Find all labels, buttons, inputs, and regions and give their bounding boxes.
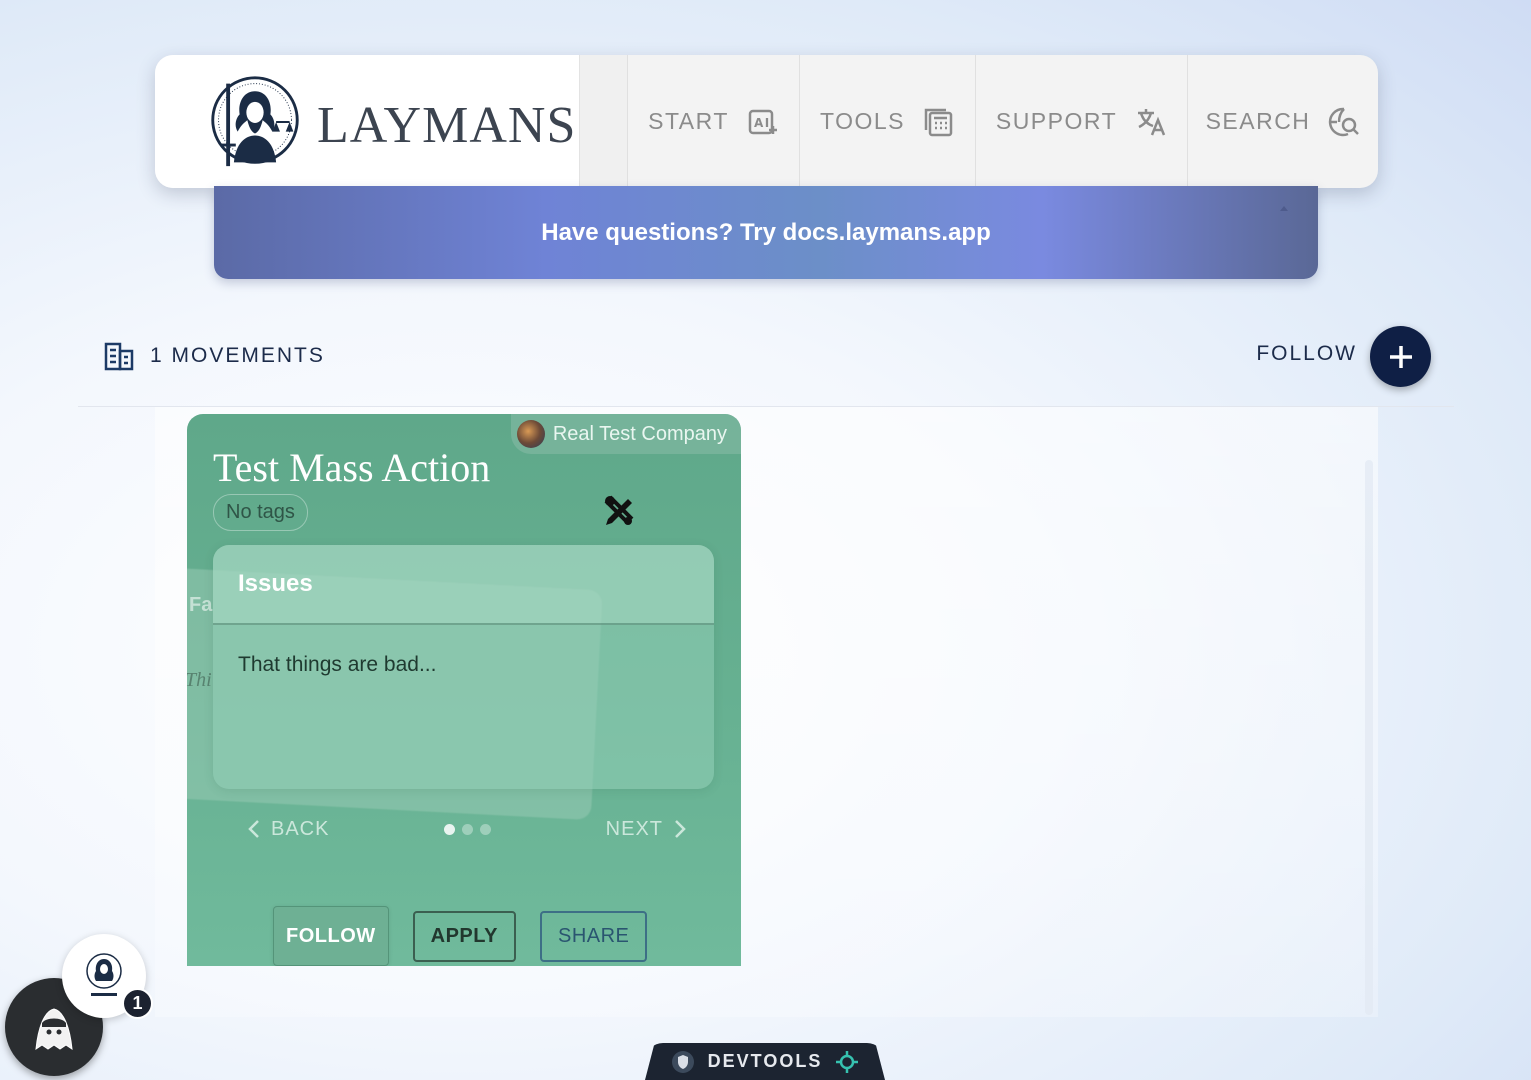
devtools-tab[interactable]: DEVTOOLS: [645, 1043, 885, 1080]
plus-icon: [1389, 345, 1412, 368]
company-name: Real Test Company: [552, 422, 727, 445]
issues-text: That things are bad...: [238, 653, 437, 676]
devtools-label: DEVTOOLS: [707, 1051, 823, 1071]
justice-logo-icon: [211, 75, 299, 166]
translate-icon: [1138, 108, 1166, 135]
card-title: Test Mass Action: [213, 445, 491, 490]
follow-label[interactable]: FOLLOW: [1256, 342, 1357, 366]
nav-tools-label: TOOLS: [819, 108, 906, 134]
next-button[interactable]: NEXT: [606, 818, 687, 841]
movements-header: 1 MOVEMENTS FOLLOW: [78, 320, 1454, 407]
justice-logo-icon: [86, 953, 122, 996]
movement-card[interactable]: Real Test Company Test Mass Action No ta…: [187, 414, 741, 966]
nav-support-label: SUPPORT: [995, 108, 1118, 134]
top-navbar: LAYMANS START AI TOOLS SUPPORT SEARCH: [155, 55, 1378, 188]
share-button[interactable]: SHARE: [539, 911, 648, 962]
company-avatar: [516, 420, 545, 448]
issues-panel: Issues That things are bad...: [213, 545, 714, 789]
issues-heading: Issues: [213, 545, 714, 625]
company-chip[interactable]: Real Test Company: [510, 414, 741, 454]
apply-button[interactable]: APPLY: [412, 911, 516, 962]
follow-plus-button[interactable]: [1370, 326, 1431, 387]
card-actions: FOLLOW APPLY SHARE: [273, 906, 648, 966]
nav-spacer: [580, 55, 628, 188]
shield-icon: [671, 1050, 694, 1073]
tag-chip: No tags: [213, 494, 308, 531]
movements-count: 1 MOVEMENTS: [150, 344, 325, 367]
page-dot[interactable]: [480, 823, 492, 835]
page-dot[interactable]: [462, 823, 474, 835]
banner-text: Have questions? Try docs.laymans.app: [541, 218, 991, 246]
crosshair-icon[interactable]: [834, 1049, 860, 1075]
search-globe-icon: [1329, 107, 1360, 136]
chevron-right-icon: [675, 820, 686, 838]
notification-badge: 1: [122, 988, 153, 1019]
back-label: BACK: [271, 817, 330, 840]
brand-name: LAYMANS: [317, 97, 577, 154]
tools-icon[interactable]: [601, 494, 635, 528]
ai-spark-icon: AI: [748, 109, 777, 134]
next-label: NEXT: [605, 817, 663, 840]
ghost-heading: Fa: [189, 594, 213, 616]
nav-support[interactable]: SUPPORT: [976, 55, 1188, 188]
help-banner[interactable]: Have questions? Try docs.laymans.app: [214, 186, 1318, 279]
svg-text:AI: AI: [754, 116, 771, 130]
calculator-icon: [924, 108, 953, 136]
ghost-mascot-icon: [35, 1008, 73, 1051]
back-button[interactable]: BACK: [247, 818, 329, 841]
ghost-text: Thi: [187, 669, 212, 691]
nav-start[interactable]: START AI: [628, 55, 800, 188]
nav-tools[interactable]: TOOLS: [800, 55, 976, 188]
nav-search[interactable]: SEARCH: [1188, 55, 1378, 188]
nav-start-label: START: [648, 108, 729, 134]
nav-search-label: SEARCH: [1205, 108, 1311, 134]
follow-button[interactable]: FOLLOW: [273, 906, 389, 966]
chevron-left-icon: [248, 820, 259, 838]
list-scrollbar[interactable]: [1365, 460, 1373, 1015]
page-dots: [444, 823, 492, 835]
brand-logo-link[interactable]: LAYMANS: [155, 55, 580, 188]
collapse-caret-icon[interactable]: [1280, 206, 1288, 211]
page-dot[interactable]: [444, 823, 456, 835]
slide-pager: BACK NEXT: [247, 814, 687, 844]
building-icon: [104, 342, 134, 371]
